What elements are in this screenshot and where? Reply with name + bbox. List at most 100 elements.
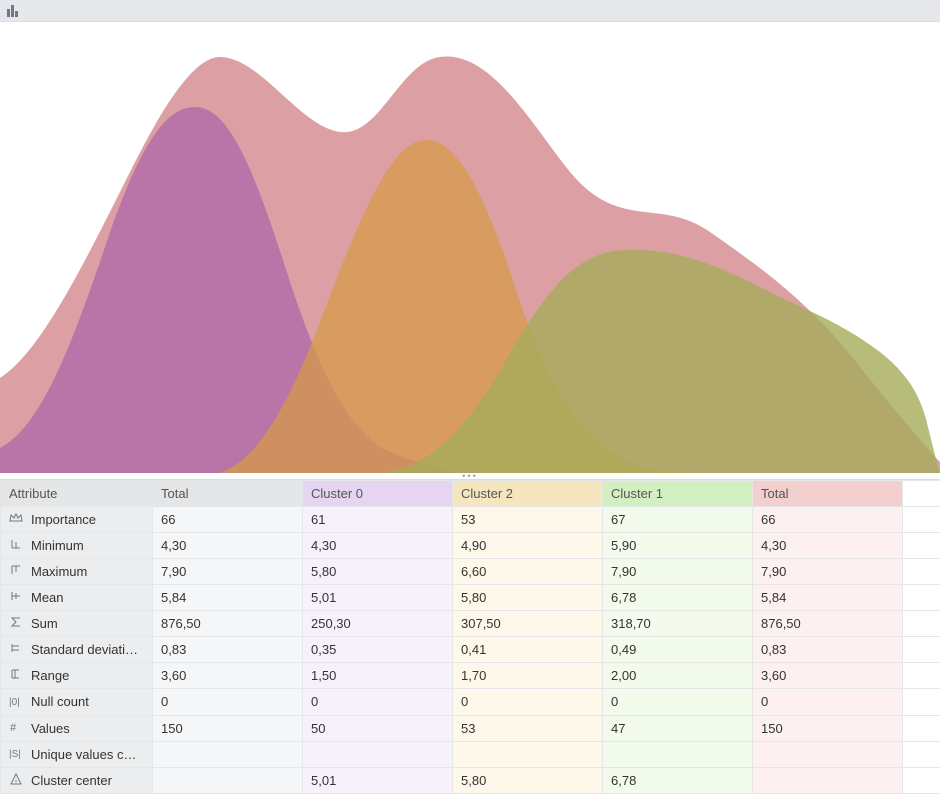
cell-tot2: 150 — [753, 715, 903, 741]
cell-c2: 53 — [453, 507, 603, 533]
cell-c1 — [603, 741, 753, 767]
cell-padding — [903, 507, 940, 533]
cell-tot2: 5,84 — [753, 585, 903, 611]
attr-label: Values — [31, 721, 70, 736]
attr-label: Maximum — [31, 564, 87, 579]
hash-icon: # — [9, 720, 25, 737]
cell-c0: 61 — [303, 507, 453, 533]
cell-total: 3,60 — [153, 663, 303, 689]
bar-chart-icon — [6, 4, 20, 18]
attr-cell: Cluster center — [1, 767, 153, 793]
cell-c0: 5,80 — [303, 559, 453, 585]
horizontal-splitter[interactable]: ••• — [0, 473, 940, 480]
cell-tot2 — [753, 767, 903, 793]
svg-text:|0|: |0| — [9, 697, 20, 708]
cell-total: 150 — [153, 715, 303, 741]
cell-tot2: 3,60 — [753, 663, 903, 689]
cell-c1: 6,78 — [603, 585, 753, 611]
cell-total: 0,83 — [153, 637, 303, 663]
attr-label: Cluster center — [31, 773, 112, 788]
table-row[interactable]: Importance6661536766 — [1, 507, 940, 533]
max-icon — [9, 563, 25, 580]
center-icon — [9, 772, 25, 789]
cell-tot2: 0 — [753, 689, 903, 715]
table-row[interactable]: |0|Null count00000 — [1, 689, 940, 715]
cell-tot2: 7,90 — [753, 559, 903, 585]
cell-padding — [903, 689, 940, 715]
table-row[interactable]: Mean5,845,015,806,785,84 — [1, 585, 940, 611]
cell-c0: 5,01 — [303, 767, 453, 793]
table-row[interactable]: Maximum7,905,806,607,907,90 — [1, 559, 940, 585]
col-header-attribute[interactable]: Attribute — [1, 481, 153, 507]
cell-c0: 250,30 — [303, 611, 453, 637]
cell-c2: 307,50 — [453, 611, 603, 637]
chart-type-button[interactable] — [6, 4, 20, 18]
cell-total: 7,90 — [153, 559, 303, 585]
null-icon: |0| — [9, 694, 25, 711]
cell-total: 876,50 — [153, 611, 303, 637]
cell-padding — [903, 663, 940, 689]
cell-c2: 0,41 — [453, 637, 603, 663]
cell-c0: 0,35 — [303, 637, 453, 663]
toolbar — [0, 0, 940, 22]
table-row[interactable]: Minimum4,304,304,905,904,30 — [1, 533, 940, 559]
cell-c1: 318,70 — [603, 611, 753, 637]
cell-padding — [903, 585, 940, 611]
cell-tot2: 876,50 — [753, 611, 903, 637]
cell-c1: 5,90 — [603, 533, 753, 559]
attr-cell: Mean — [1, 585, 153, 611]
col-header-cluster-0[interactable]: Cluster 0 — [303, 481, 453, 507]
stats-table: Attribute Total Cluster 0 Cluster 2 Clus… — [0, 480, 940, 794]
cell-tot2: 66 — [753, 507, 903, 533]
cell-padding — [903, 741, 940, 767]
attr-cell: |S| Unique values c… — [1, 741, 153, 767]
cell-c0: 0 — [303, 689, 453, 715]
svg-text:|S|: |S| — [9, 749, 21, 760]
attr-label: Minimum — [31, 538, 84, 553]
table-row[interactable]: |S| Unique values c… — [1, 741, 940, 767]
cell-tot2 — [753, 741, 903, 767]
col-header-padding — [903, 481, 940, 507]
attr-cell: # Values — [1, 715, 153, 741]
cell-padding — [903, 715, 940, 741]
col-header-total[interactable]: Total — [153, 481, 303, 507]
cell-c0 — [303, 741, 453, 767]
cell-c1: 7,90 — [603, 559, 753, 585]
cell-padding — [903, 767, 940, 793]
attr-cell: Maximum — [1, 559, 153, 585]
cell-total: 4,30 — [153, 533, 303, 559]
col-header-cluster-1[interactable]: Cluster 1 — [603, 481, 753, 507]
cell-c0: 4,30 — [303, 533, 453, 559]
cell-total: 5,84 — [153, 585, 303, 611]
min-icon — [9, 537, 25, 554]
cell-tot2: 4,30 — [753, 533, 903, 559]
cell-total: 66 — [153, 507, 303, 533]
table-row[interactable]: Cluster center5,015,806,78 — [1, 767, 940, 793]
col-header-cluster-2[interactable]: Cluster 2 — [453, 481, 603, 507]
mean-icon — [9, 589, 25, 606]
cell-c0: 50 — [303, 715, 453, 741]
cell-c2 — [453, 741, 603, 767]
attr-cell: Minimum — [1, 533, 153, 559]
attr-cell: Range — [1, 663, 153, 689]
col-header-total-2[interactable]: Total — [753, 481, 903, 507]
unique-icon: |S| — [9, 746, 25, 763]
attr-label: Importance — [31, 512, 96, 527]
attr-label: Standard deviati… — [31, 642, 138, 657]
table-row[interactable]: #Values150505347150 — [1, 715, 940, 741]
table-row[interactable]: Standard deviati…0,830,350,410,490,83 — [1, 637, 940, 663]
cell-c0: 1,50 — [303, 663, 453, 689]
cell-c0: 5,01 — [303, 585, 453, 611]
cell-total — [153, 767, 303, 793]
svg-text:#: # — [10, 722, 17, 734]
attr-cell: Standard deviati… — [1, 637, 153, 663]
cell-c1: 0,49 — [603, 637, 753, 663]
attr-label: Unique values c… — [31, 747, 137, 762]
table-row[interactable]: Sum876,50250,30307,50318,70876,50 — [1, 611, 940, 637]
table-row[interactable]: Range3,601,501,702,003,60 — [1, 663, 940, 689]
density-chart[interactable] — [0, 22, 940, 473]
sigma-icon — [9, 615, 25, 632]
stdev-icon — [9, 641, 25, 658]
cell-c2: 6,60 — [453, 559, 603, 585]
cell-c1: 2,00 — [603, 663, 753, 689]
